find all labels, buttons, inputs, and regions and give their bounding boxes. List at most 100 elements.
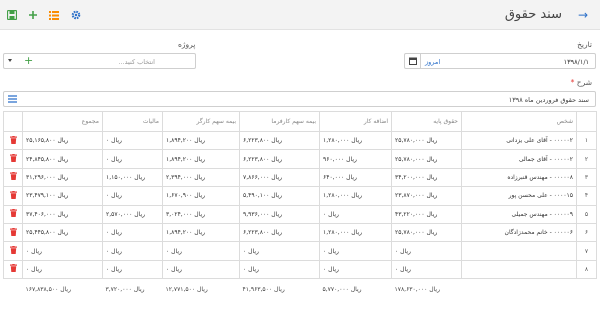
table-row: ۲ ۰۰۰۰۰۲ - آقای جمالی ریال ۲۵,۷۸۰,۰۰۰ ریال … (3, 149, 597, 169)
delete-row-icon[interactable] (3, 259, 23, 280)
overtime-cell[interactable]: ریال ۰ (319, 259, 392, 280)
row-index: ۲ (576, 149, 597, 169)
worker-insurance-cell[interactable]: ریال ۰ (162, 259, 240, 280)
table-row: ۳ ۰۰۰۰۰۸ - مهندس قنبرزاده ریال ۳۴,۲۰۰,۰۰۰ ر… (3, 167, 597, 188)
add-project-icon[interactable]: + (24, 55, 33, 67)
back-arrow-icon[interactable]: → (576, 8, 590, 22)
total-worker-insurance: ریال ۱۲,۷۷۱,۵۰۰ (165, 286, 208, 294)
date-field[interactable]: ۱۳۹۸/۱/۱ امروز (404, 53, 596, 69)
delete-row-icon[interactable] (3, 204, 23, 224)
base-salary-cell[interactable]: ریال ۴۳,۲۲۰,۰۰۰ (391, 204, 462, 224)
base-salary-cell[interactable]: ریال ۲۵,۷۸۰,۰۰۰ (391, 222, 462, 243)
person-cell[interactable]: ۰۰۰۰۰۲ - آقای جمالی (461, 149, 577, 169)
base-salary-cell[interactable]: ریال ۲۳,۸۷۰,۰۰۰ (391, 186, 462, 206)
delete-row-icon[interactable] (3, 186, 23, 206)
total-employer-insurance: ریال ۴۱,۹۶۳,۵۰۰ (242, 286, 285, 294)
total-cell: ریال ۲۳,۴۷۹,۱۰۰ (22, 186, 103, 206)
base-salary-cell[interactable]: ریال ۰ (391, 259, 462, 280)
row-index: ۴ (576, 186, 597, 206)
tax-cell[interactable]: ریال ۰ (102, 130, 163, 151)
person-cell[interactable]: ۰۰۰۰۱۵ - علی محسن پور (461, 186, 577, 206)
total-overtime: ریال ۵,۷۷۰,۰۰۰ (322, 286, 362, 294)
total-tax: ریال ۳,۷۲۰,۰۰۰ (105, 286, 145, 294)
base-salary-cell[interactable]: ریال ۳۴,۲۰۰,۰۰۰ (391, 167, 462, 188)
date-label: تاریخ (577, 40, 592, 49)
worker-insurance-cell[interactable]: ریال ۱,۸۹۴,۲۰۰ (162, 130, 240, 151)
employer-insurance-cell[interactable]: ریال ۰ (239, 259, 320, 280)
add-icon[interactable] (27, 9, 39, 21)
employer-insurance-cell[interactable]: ریال ۶,۲۲۳,۸۰۰ (239, 130, 320, 151)
project-select[interactable]: انتخاب کنید... + (3, 53, 196, 69)
tax-cell[interactable]: ریال ۰ (102, 241, 163, 261)
worker-insurance-cell[interactable]: ریال ۱,۸۹۴,۲۰۰ (162, 149, 240, 169)
save-icon[interactable] (6, 9, 18, 21)
col-header-overtime: اضافه کار (319, 111, 392, 132)
overtime-cell[interactable]: ریال ۰ (319, 241, 392, 261)
person-cell[interactable]: ۰۰۰۰۰۶ - خانم محمدزادگان (461, 222, 577, 243)
base-salary-cell[interactable]: ریال ۲۵,۷۸۰,۰۰۰ (391, 130, 462, 151)
worker-insurance-cell[interactable]: ریال ۰ (162, 241, 240, 261)
totals-spacer (462, 279, 577, 301)
employer-insurance-cell[interactable]: ریال ۹,۹۳۶,۰۰۰ (239, 204, 320, 224)
row-index: ۱ (576, 130, 597, 151)
row-index: ۷ (576, 241, 597, 261)
table-row: ۱ ۰۰۰۰۰۲ - آقای علی یزدانی ریال ۲۵,۷۸۰,۰۰۰… (3, 130, 597, 151)
base-salary-cell[interactable]: ریال ۲۵,۷۸۰,۰۰۰ (391, 149, 462, 169)
date-value: ۱۳۹۸/۱/۱ (563, 58, 589, 66)
employer-insurance-cell[interactable]: ریال ۶,۲۲۳,۸۰۰ (239, 149, 320, 169)
table-row: ۷ ریال ۰ ریال ۰ ریال ۰ ریال ۰ ریال ۰ ریال ۰ (3, 241, 597, 261)
col-header-actions (3, 111, 23, 132)
chevron-down-icon[interactable] (8, 59, 12, 62)
today-button[interactable]: امروز (425, 58, 440, 66)
list-icon[interactable] (48, 9, 60, 21)
col-header-worker-insurance: بیمه سهم کارگر (162, 111, 240, 132)
delete-row-icon[interactable] (3, 149, 23, 169)
worker-insurance-cell[interactable]: ریال ۱,۸۹۴,۲۰۰ (162, 222, 240, 243)
person-cell[interactable] (461, 241, 577, 261)
worker-insurance-cell[interactable]: ریال ۳,۰۲۴,۰۰۰ (162, 204, 240, 224)
delete-row-icon[interactable] (3, 222, 23, 243)
totals-spacer (577, 279, 597, 301)
employer-insurance-cell[interactable]: ریال ۷,۸۶۶,۰۰۰ (239, 167, 320, 188)
tax-cell[interactable]: ریال ۰ (102, 259, 163, 280)
worker-insurance-cell[interactable]: ریال ۲,۳۹۴,۰۰۰ (162, 167, 240, 188)
employer-insurance-cell[interactable]: ریال ۶,۲۲۳,۸۰۰ (239, 222, 320, 243)
person-cell[interactable]: ۰۰۰۰۰۹ - مهندس جمیلی (461, 204, 577, 224)
project-placeholder: انتخاب کنید... (118, 58, 155, 66)
totals-spacer (4, 279, 23, 301)
employer-insurance-cell[interactable]: ریال ۵,۴۹۰,۱۰۰ (239, 186, 320, 206)
overtime-cell[interactable]: ریال ۱,۲۸۰,۰۰۰ (319, 186, 392, 206)
row-index: ۳ (576, 167, 597, 188)
table-row: ۴ ۰۰۰۰۱۵ - علی محسن پور ریال ۲۳,۸۷۰,۰۰۰ ریا… (3, 186, 597, 206)
description-value: سند حقوق فروردین ماه ۱۳۹۸ (508, 96, 589, 104)
description-label: شرح * (570, 78, 592, 87)
person-cell[interactable]: ۰۰۰۰۰۸ - مهندس قنبرزاده (461, 167, 577, 188)
tax-cell[interactable]: ریال ۱,۱۵۰,۰۰۰ (102, 167, 163, 188)
calendar-icon[interactable] (405, 54, 421, 68)
tax-cell[interactable]: ریال ۰ (102, 222, 163, 243)
person-cell[interactable] (461, 259, 577, 280)
overtime-cell[interactable]: ریال ۱,۲۸۰,۰۰۰ (319, 222, 392, 243)
overtime-cell[interactable]: ریال ۰ (319, 204, 392, 224)
col-header-tax: مالیات (102, 111, 163, 132)
col-header-index (576, 111, 597, 132)
delete-row-icon[interactable] (3, 167, 23, 188)
tax-cell[interactable]: ریال ۰ (102, 149, 163, 169)
required-mark: * (570, 78, 575, 87)
overtime-cell[interactable]: ریال ۶۴۰,۰۰۰ (319, 167, 392, 188)
person-cell[interactable]: ۰۰۰۰۰۲ - آقای علی یزدانی (461, 130, 577, 151)
total-cell: ریال ۰ (22, 259, 103, 280)
delete-row-icon[interactable] (3, 241, 23, 261)
settings-icon[interactable] (70, 9, 82, 21)
description-field[interactable]: سند حقوق فروردین ماه ۱۳۹۸ (3, 91, 596, 107)
base-salary-cell[interactable]: ریال ۰ (391, 241, 462, 261)
tax-cell[interactable]: ریال ۰ (102, 186, 163, 206)
menu-icon[interactable] (8, 95, 17, 103)
employer-insurance-cell[interactable]: ریال ۰ (239, 241, 320, 261)
table-row: ۵ ۰۰۰۰۰۹ - مهندس جمیلی ریال ۴۳,۲۲۰,۰۰۰ ریال… (3, 204, 597, 224)
tax-cell[interactable]: ریال ۲,۵۷۰,۰۰۰ (102, 204, 163, 224)
delete-row-icon[interactable] (3, 130, 23, 151)
worker-insurance-cell[interactable]: ریال ۱,۶۷۰,۹۰۰ (162, 186, 240, 206)
overtime-cell[interactable]: ریال ۹۶۰,۰۰۰ (319, 149, 392, 169)
overtime-cell[interactable]: ریال ۱,۲۸۰,۰۰۰ (319, 130, 392, 151)
